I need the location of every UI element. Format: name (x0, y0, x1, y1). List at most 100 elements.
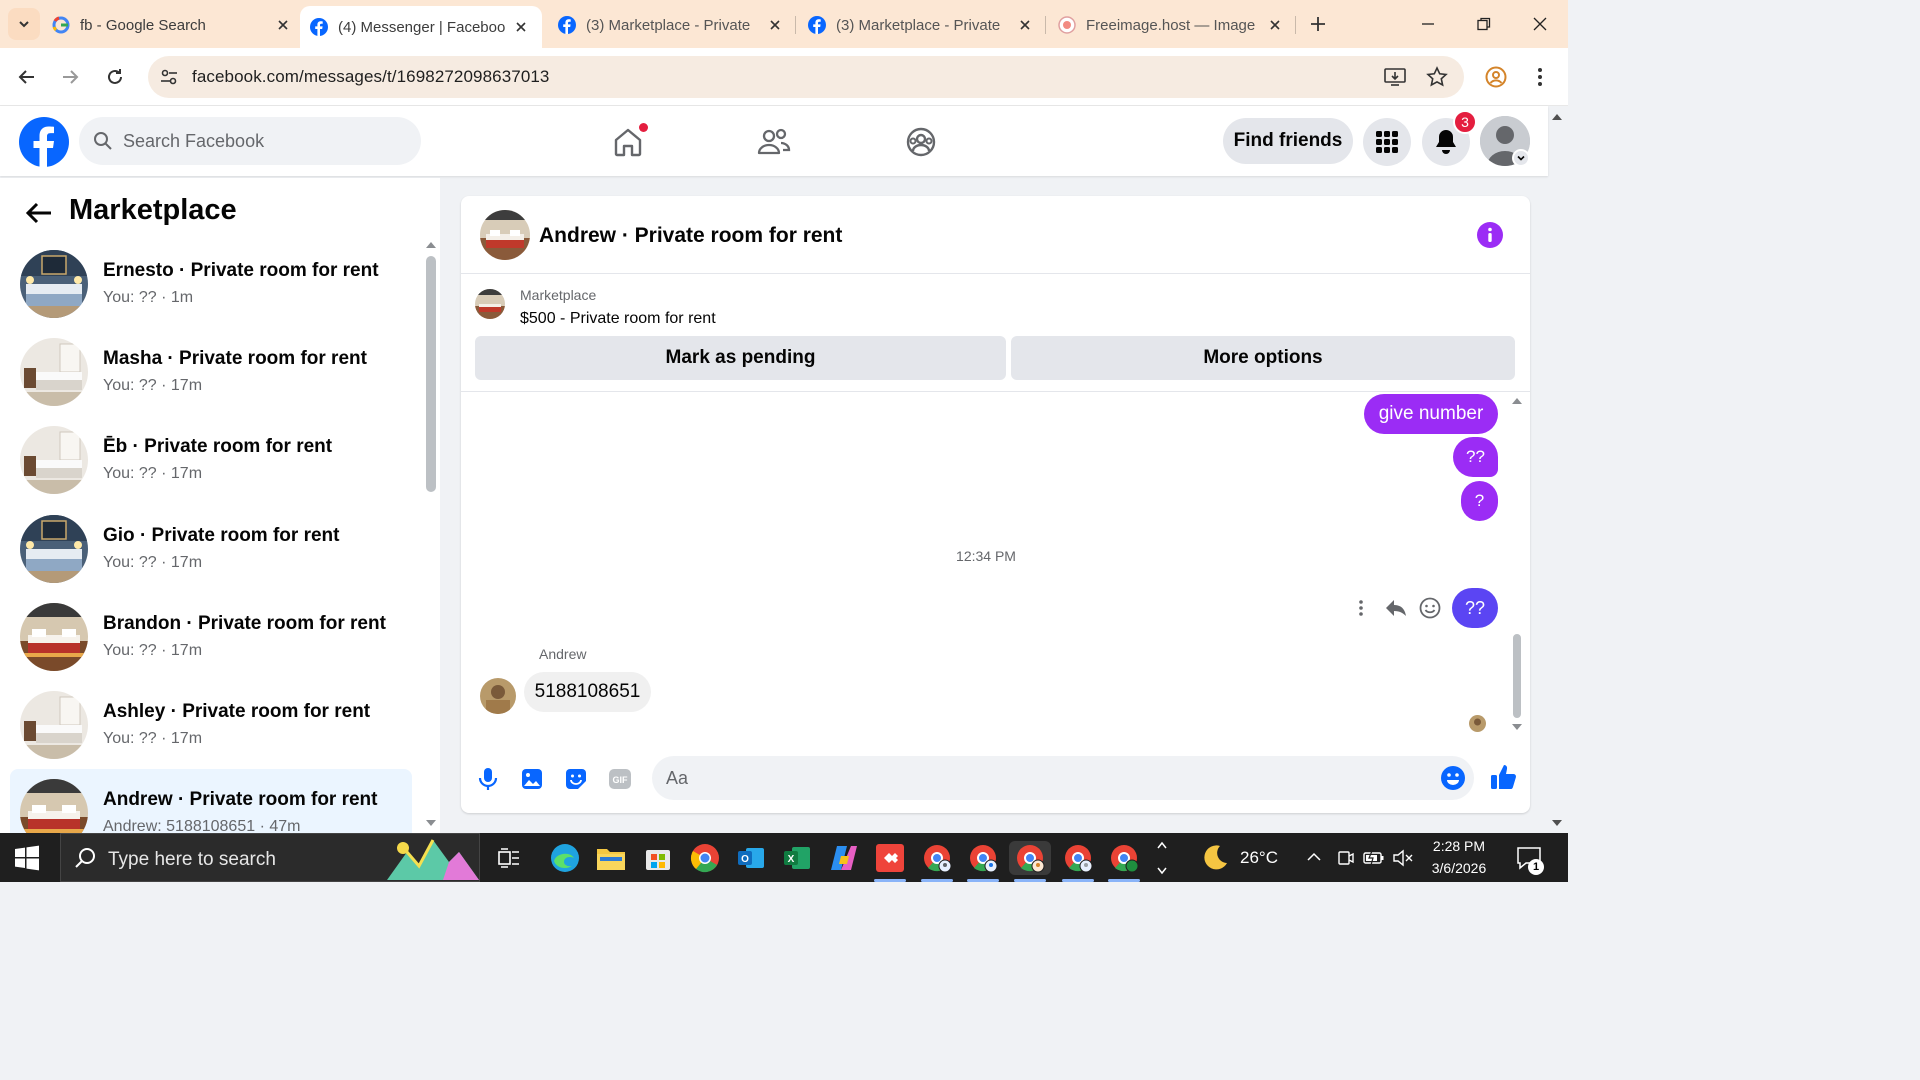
message-bubble-outgoing[interactable]: ?? (1453, 437, 1498, 477)
install-app-icon[interactable] (1384, 67, 1406, 87)
meet-now-icon[interactable] (1336, 848, 1354, 868)
taskbar-time[interactable]: 2:28 PM (1424, 838, 1494, 854)
weather-moon-icon[interactable] (1200, 843, 1230, 873)
message-more-button[interactable] (1348, 595, 1374, 621)
sidebar-scrollbar[interactable] (426, 256, 436, 492)
conversation-avatar[interactable] (20, 426, 88, 495)
conversation-avatar[interactable] (20, 514, 88, 583)
minimize-button[interactable] (1404, 4, 1452, 44)
back-button[interactable] (22, 196, 56, 230)
address-bar[interactable]: facebook.com/messages/t/1698272098637013 (148, 56, 1464, 98)
taskbar-overflow-icon[interactable] (1156, 839, 1168, 877)
reply-button[interactable] (1383, 595, 1409, 621)
chat-avatar[interactable] (480, 210, 530, 260)
conversation-item[interactable]: Ēb · Private room for rent You: ?? · 17m (10, 416, 412, 500)
chat-title[interactable]: Andrew · Private room for rent (539, 224, 842, 248)
scroll-up-icon[interactable] (425, 240, 437, 250)
taskbar-date[interactable]: 3/6/2026 (1424, 860, 1494, 876)
tab-search-button[interactable] (8, 8, 40, 40)
groups-nav-button[interactable] (901, 122, 941, 162)
chrome-app[interactable] (688, 841, 722, 875)
page-scroll-up-icon[interactable] (1551, 112, 1563, 122)
file-explorer-app[interactable] (594, 841, 628, 875)
friends-nav-button[interactable] (754, 122, 794, 162)
menu-button[interactable] (1363, 118, 1411, 166)
chat-scrollbar[interactable] (1513, 634, 1521, 718)
task-view-button[interactable] (492, 841, 526, 875)
back-button[interactable] (10, 60, 44, 94)
close-window-button[interactable] (1516, 4, 1564, 44)
message-bubble-outgoing-latest[interactable]: ?? (1452, 588, 1498, 628)
conversation-avatar[interactable] (20, 338, 88, 407)
site-settings-icon[interactable] (160, 68, 178, 86)
restore-button[interactable] (1460, 4, 1508, 44)
react-button[interactable] (1417, 595, 1443, 621)
listing-title[interactable]: $500 - Private room for rent (520, 310, 716, 328)
conversation-item[interactable]: Brandon · Private room for rent You: ?? ·… (10, 593, 412, 677)
scroll-down-icon[interactable] (425, 818, 437, 828)
anydesk-app[interactable] (873, 841, 907, 875)
conversation-item[interactable]: Masha · Private room for rent You: ?? · 1… (10, 328, 412, 412)
find-friends-button[interactable]: Find friends (1223, 118, 1353, 164)
sticker-button[interactable] (561, 764, 591, 794)
conversation-item[interactable]: Ashley · Private room for rent You: ?? · … (10, 681, 412, 765)
battery-icon[interactable] (1363, 849, 1385, 867)
gif-button[interactable]: GIF (605, 764, 635, 794)
reload-button[interactable] (98, 60, 132, 94)
more-options-button[interactable]: More options (1011, 336, 1515, 380)
message-input[interactable]: Aa (652, 756, 1474, 800)
volume-muted-icon[interactable] (1392, 848, 1414, 868)
message-bubble-outgoing[interactable]: give number (1364, 394, 1498, 434)
conversation-avatar[interactable] (20, 250, 88, 318)
weather-temperature[interactable]: 26°C (1240, 848, 1278, 868)
message-bubble-incoming[interactable]: 5188108651 (524, 672, 651, 712)
conversation-item[interactable]: Andrew · Private room for rent Andrew: 51… (10, 769, 412, 833)
microsoft-store-app[interactable] (641, 841, 675, 875)
facebook-search[interactable]: Search Facebook (79, 117, 421, 165)
scroll-up-icon[interactable] (1511, 396, 1523, 406)
more-vertical-icon[interactable] (1533, 66, 1547, 88)
info-icon[interactable] (1477, 222, 1503, 248)
conversation-item[interactable]: Gio · Private room for rent You: ?? · 17m (10, 505, 412, 589)
profile-icon[interactable] (1485, 66, 1507, 88)
chrome-profile-app[interactable] (920, 841, 954, 875)
browser-tab[interactable]: (3) Marketplace - Private (808, 8, 1034, 42)
sender-avatar[interactable] (480, 678, 516, 714)
taskbar-search[interactable]: Type here to search (60, 833, 480, 882)
chrome-profile-app[interactable] (1061, 841, 1095, 875)
browser-tab-active[interactable]: (4) Messenger | Facebook (300, 6, 542, 48)
scroll-down-icon[interactable] (1511, 722, 1523, 732)
browser-tab[interactable]: Freeimage.host — Image (1058, 8, 1284, 42)
chrome-profile-app[interactable] (1107, 841, 1141, 875)
browser-tab[interactable]: fb - Google Search (52, 8, 292, 42)
voice-clip-button[interactable] (473, 764, 503, 794)
listing-thumbnail[interactable] (475, 289, 505, 319)
copilot-app[interactable] (827, 841, 861, 875)
close-icon[interactable] (274, 16, 292, 34)
forward-button[interactable] (53, 60, 87, 94)
chrome-profile-app[interactable] (966, 841, 1000, 875)
attach-photo-button[interactable] (517, 764, 547, 794)
new-tab-button[interactable] (1294, 4, 1342, 44)
close-icon[interactable] (766, 16, 784, 34)
chevron-up-icon[interactable] (1306, 851, 1322, 863)
close-icon[interactable] (1016, 16, 1034, 34)
bookmark-star-icon[interactable] (1426, 66, 1448, 88)
emoji-icon[interactable] (1440, 765, 1466, 791)
conversation-item[interactable]: Ernesto · Private room for rent You: ?? ·… (10, 240, 412, 324)
windows-start-icon[interactable] (14, 845, 40, 871)
outlook-app[interactable]: O (734, 841, 768, 875)
conversation-avatar[interactable] (20, 602, 88, 671)
edge-app[interactable] (548, 841, 582, 875)
browser-tab[interactable]: (3) Marketplace - Private (558, 8, 784, 42)
mark-as-pending-button[interactable]: Mark as pending (475, 336, 1006, 380)
page-scroll-down-icon[interactable] (1551, 818, 1563, 828)
message-bubble-outgoing[interactable]: ? (1461, 481, 1498, 521)
facebook-logo-icon[interactable] (19, 117, 69, 167)
close-icon[interactable] (512, 18, 530, 36)
conversation-avatar[interactable] (20, 691, 88, 759)
account-menu-caret[interactable] (1512, 149, 1530, 167)
like-button[interactable] (1487, 760, 1521, 794)
excel-app[interactable]: X (780, 841, 814, 875)
close-icon[interactable] (1266, 16, 1284, 34)
